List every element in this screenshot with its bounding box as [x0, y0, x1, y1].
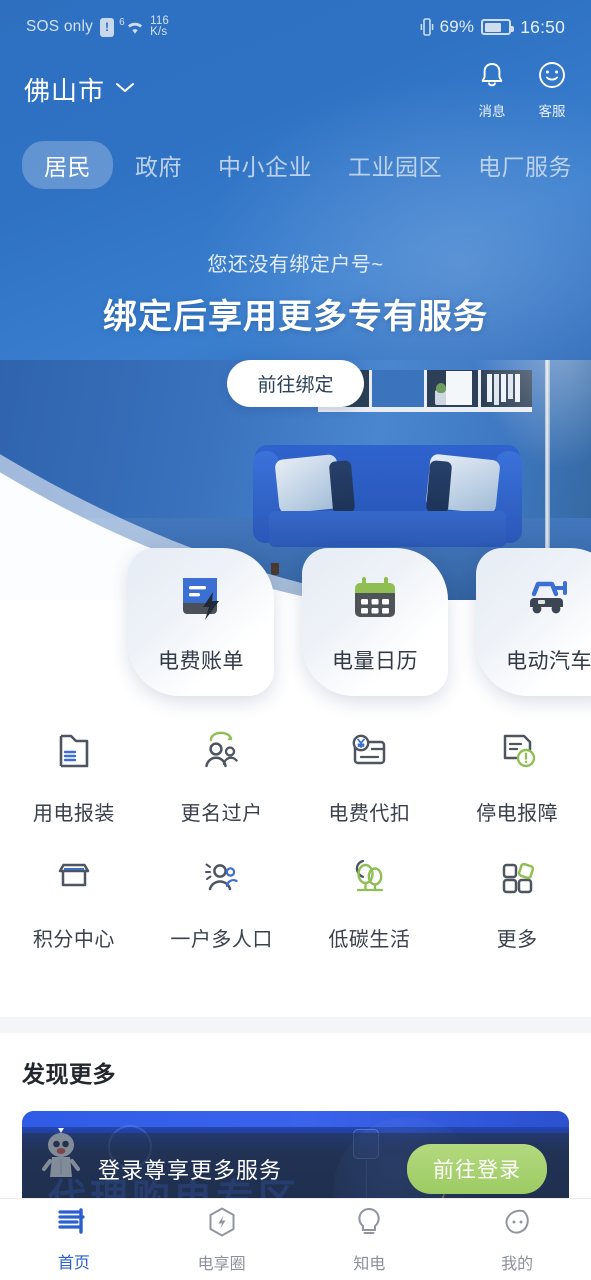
- quick-action-power-application[interactable]: 用电报装: [0, 728, 148, 826]
- carrier-label: SOS only: [26, 18, 94, 35]
- quick-action-transfer-ownership[interactable]: 更名过户: [148, 728, 296, 826]
- hero-copy: 您还没有绑定户号~ 绑定后享用更多专有服务 前往绑定: [0, 248, 591, 407]
- vibrate-icon: [420, 17, 433, 37]
- quick-action-label: 更多: [496, 929, 538, 951]
- tab-government[interactable]: 政府: [121, 141, 196, 189]
- calendar-icon: [347, 570, 403, 631]
- speed-unit: K/s: [150, 26, 168, 38]
- header-actions: 消息 客服: [475, 58, 569, 120]
- cushion-dark: [425, 460, 453, 514]
- quick-action-more[interactable]: 更多: [443, 854, 591, 952]
- discover-title: 发现更多: [22, 1061, 116, 1087]
- low-carbon-trees-icon: [346, 854, 392, 905]
- ev-charging-car-icon: [521, 570, 577, 631]
- signal-warning-icon: [100, 17, 115, 37]
- service-card-power-calendar[interactable]: 电量日历: [302, 548, 448, 696]
- quick-action-auto-payment[interactable]: 电费代扣: [296, 728, 444, 826]
- nav-label: 电享圈: [197, 1255, 246, 1273]
- messages-label: 消息: [478, 104, 506, 119]
- section-divider: [0, 1017, 591, 1033]
- bell-icon: [475, 58, 509, 97]
- quick-action-label: 用电报装: [32, 803, 115, 825]
- battery-icon: [481, 19, 515, 35]
- quick-action-multi-person-household[interactable]: 一户多人口: [148, 854, 296, 952]
- chevron-down-icon: [114, 80, 136, 99]
- nav-item-power-circle[interactable]: 电享圈: [148, 1206, 296, 1274]
- quick-action-label: 一户多人口: [170, 929, 273, 951]
- speed-value: 116: [150, 14, 170, 27]
- tab-residents[interactable]: 居民: [22, 141, 113, 189]
- quick-action-outage-report[interactable]: 停电报障: [443, 728, 591, 826]
- service-card-row: 电费账单 电量日历 电动汽车: [128, 548, 591, 696]
- nav-item-know-power[interactable]: 知电: [296, 1206, 444, 1274]
- quick-action-row: 积分中心 一户多人口 低碳生活 更多: [0, 854, 591, 952]
- transfer-ownership-icon: [199, 728, 245, 779]
- quick-action-points-center[interactable]: 积分中心: [0, 854, 148, 952]
- bill-document-icon: [173, 570, 229, 631]
- nav-label: 我的: [501, 1255, 534, 1273]
- app-root: SOS only 6 116 K/s 69%: [0, 0, 591, 1280]
- service-card-label: 电费账单: [158, 649, 244, 673]
- wifi-icon: 6: [119, 17, 143, 37]
- cushion-dark: [328, 460, 356, 514]
- customer-service-icon: [535, 58, 569, 97]
- tab-industrial-park[interactable]: 工业园区: [334, 141, 456, 189]
- more-grid-icon: [494, 854, 540, 905]
- points-shop-icon: [51, 854, 97, 905]
- login-prompt-overlay: 登录尊享更多服务 前往登录: [22, 1133, 569, 1205]
- category-tabs: 居民 政府 中小企业 工业园区 电厂服务: [0, 140, 591, 190]
- tab-sme[interactable]: 中小企业: [204, 141, 326, 189]
- multi-person-household-icon: [199, 854, 245, 905]
- go-login-button[interactable]: 前往登录: [407, 1144, 547, 1194]
- status-bar-right: 69% 16:50: [420, 17, 565, 38]
- bottom-navigation: 首页 电享圈 知电 我的: [0, 1198, 591, 1280]
- city-selector[interactable]: 佛山市: [24, 71, 136, 108]
- service-card-label: 电动汽车: [506, 649, 591, 673]
- hero-title: 绑定后享用更多专有服务: [103, 298, 488, 336]
- service-card-electric-vehicle[interactable]: 电动汽车: [476, 548, 591, 696]
- tab-power-plant-service[interactable]: 电厂服务: [464, 141, 586, 189]
- quick-action-label: 更名过户: [180, 803, 263, 825]
- network-gen-label: 6: [119, 17, 125, 28]
- auto-payment-card-icon: [346, 728, 392, 779]
- customer-service-label: 客服: [538, 104, 566, 119]
- service-card-electricity-bill[interactable]: 电费账单: [128, 548, 274, 696]
- nav-label: 知电: [353, 1255, 386, 1273]
- customer-service-button[interactable]: 客服: [535, 58, 569, 120]
- go-bind-button[interactable]: 前往绑定: [227, 360, 364, 407]
- network-speed: 116 K/s: [150, 14, 170, 39]
- quick-action-row: 用电报装 更名过户 电费代扣 停电报障: [0, 728, 591, 826]
- clock-label: 16:50: [520, 16, 565, 37]
- app-header: 佛山市 消息 客服: [0, 58, 591, 120]
- banner-top-accent: [22, 1111, 569, 1127]
- nav-label: 首页: [57, 1254, 90, 1272]
- hexagon-bolt-icon: [206, 1206, 238, 1243]
- login-prompt-text: 登录尊享更多服务: [98, 1158, 283, 1183]
- status-bar-left: SOS only 6 116 K/s: [26, 14, 170, 39]
- hero-subtitle: 您还没有绑定户号~: [207, 254, 384, 276]
- profile-face-icon: [501, 1206, 533, 1243]
- nav-item-home[interactable]: 首页: [0, 1207, 148, 1273]
- outage-report-icon: [494, 728, 540, 779]
- sofa: [253, 445, 522, 575]
- power-application-icon: [51, 728, 97, 779]
- quick-action-grid: 用电报装 更名过户 电费代扣 停电报障 积分中心 一户多人口 低碳生活 更多: [0, 712, 591, 974]
- lightbulb-icon: [353, 1206, 385, 1243]
- status-bar: SOS only 6 116 K/s 69%: [0, 0, 591, 54]
- messages-button[interactable]: 消息: [475, 58, 509, 120]
- quick-action-label: 电费代扣: [328, 803, 411, 825]
- home-grid-icon: [57, 1207, 91, 1242]
- service-card-label: 电量日历: [332, 649, 418, 673]
- city-name-label: 佛山市: [24, 75, 106, 106]
- quick-action-label: 低碳生活: [328, 929, 411, 951]
- quick-action-label: 停电报障: [476, 803, 559, 825]
- nav-item-profile[interactable]: 我的: [443, 1206, 591, 1274]
- battery-percent-label: 69%: [439, 17, 475, 36]
- sofa-seat: [269, 511, 506, 547]
- quick-action-label: 积分中心: [32, 929, 115, 951]
- quick-action-low-carbon-life[interactable]: 低碳生活: [296, 854, 444, 952]
